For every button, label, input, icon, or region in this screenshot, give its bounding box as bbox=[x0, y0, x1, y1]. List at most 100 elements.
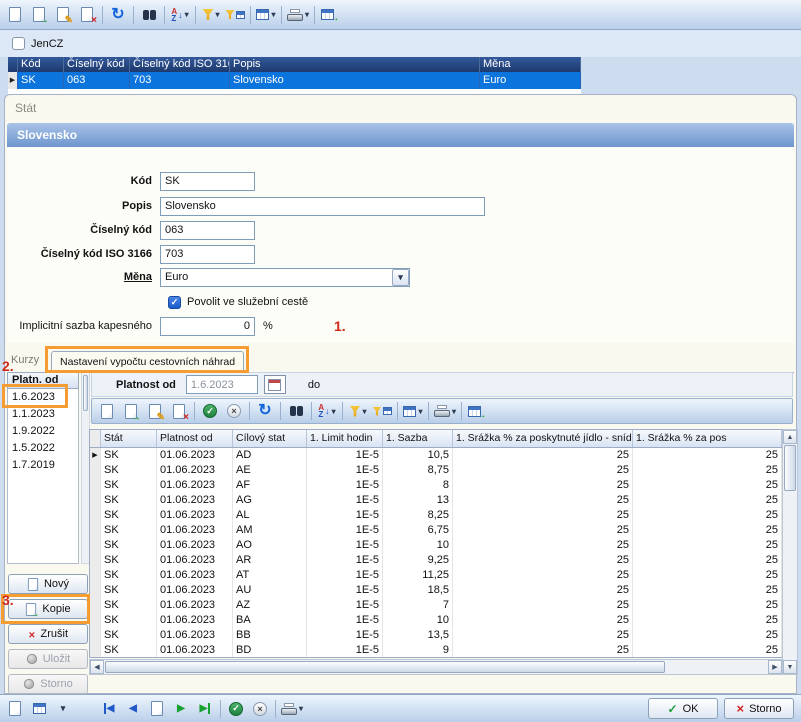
rates-cell[interactable]: 25 bbox=[453, 628, 633, 643]
rates-cell[interactable]: 01.06.2023 bbox=[157, 553, 233, 568]
rates-cell[interactable]: 01.06.2023 bbox=[157, 523, 233, 538]
sort-az-button[interactable]: AZ↓▾ bbox=[315, 399, 339, 423]
rates-row[interactable]: SK01.06.2023BD1E-592525 bbox=[90, 643, 782, 658]
print-dropdown[interactable]: ▾ bbox=[305, 10, 309, 19]
rates-cell[interactable]: 25 bbox=[633, 628, 782, 643]
kapesne-input[interactable]: 0 bbox=[160, 317, 255, 336]
rates-cell[interactable]: 6,75 bbox=[383, 523, 453, 538]
rates-header-1[interactable]: Platnost od bbox=[157, 430, 233, 447]
record-cell-1[interactable]: 063 bbox=[64, 72, 130, 89]
filter-designer-button[interactable] bbox=[370, 399, 394, 423]
rates-cell[interactable]: AR bbox=[233, 553, 307, 568]
records-header-0[interactable]: Kód bbox=[18, 57, 64, 72]
ciselny-kod-input[interactable]: 063 bbox=[160, 221, 255, 240]
rates-cell[interactable]: 25 bbox=[453, 598, 633, 613]
rates-cell[interactable]: 25 bbox=[633, 568, 782, 583]
rates-cell[interactable]: AM bbox=[233, 523, 307, 538]
accept-record-button[interactable]: ✓ bbox=[224, 697, 248, 721]
rates-cell[interactable]: 25 bbox=[453, 448, 633, 463]
validity-item-4[interactable]: 1.7.2019 bbox=[8, 457, 78, 474]
rates-row[interactable]: SK01.06.2023AR1E-59,252525 bbox=[90, 553, 782, 568]
rates-cell[interactable]: SK bbox=[101, 493, 157, 508]
delete-record-button[interactable]: × bbox=[75, 3, 99, 27]
cancel-record-button[interactable]: × bbox=[248, 697, 272, 721]
kopie-button[interactable]: →Kopie bbox=[8, 599, 88, 619]
mena-dropdown-button[interactable]: ▾ bbox=[392, 269, 409, 286]
rates-cell[interactable]: 7 bbox=[383, 598, 453, 613]
rates-cell[interactable]: SK bbox=[101, 478, 157, 493]
tab-nastaveni-nahrad[interactable]: Nastavení vypočtu cestovních náhrad bbox=[51, 351, 244, 373]
accept-changes-button[interactable]: ✓ bbox=[198, 399, 222, 423]
rates-cell[interactable]: 01.06.2023 bbox=[157, 583, 233, 598]
rates-cell[interactable]: SK bbox=[101, 643, 157, 658]
rates-cell[interactable]: 1E-5 bbox=[307, 478, 383, 493]
rates-header-4[interactable]: 1. Sazba bbox=[383, 430, 453, 447]
rates-cell[interactable]: SK bbox=[101, 628, 157, 643]
rates-cell[interactable]: 1E-5 bbox=[307, 613, 383, 628]
novy-button[interactable]: Nový bbox=[8, 574, 88, 594]
rates-cell[interactable]: 25 bbox=[633, 538, 782, 553]
rates-row[interactable]: SK01.06.2023AU1E-518,52525 bbox=[90, 583, 782, 598]
records-header-4[interactable]: Měna bbox=[480, 57, 581, 72]
copy-row-button[interactable]: → bbox=[119, 399, 143, 423]
rates-cell[interactable]: 25 bbox=[633, 508, 782, 523]
scroll-right-button[interactable]: ▶ bbox=[768, 660, 782, 674]
scrollbar-thumb[interactable] bbox=[83, 375, 88, 411]
rates-cell[interactable]: SK bbox=[101, 598, 157, 613]
rates-cell[interactable]: 25 bbox=[633, 598, 782, 613]
rates-cell[interactable]: 01.06.2023 bbox=[157, 493, 233, 508]
validity-item-1[interactable]: 1.1.2023 bbox=[8, 406, 78, 423]
search-button[interactable] bbox=[284, 399, 308, 423]
nav-prev-button[interactable]: ◀ bbox=[121, 697, 145, 721]
rates-cell[interactable]: SK bbox=[101, 553, 157, 568]
rates-cell[interactable]: SK bbox=[101, 538, 157, 553]
zrusit-button[interactable]: ×Zrušit bbox=[8, 624, 88, 644]
rates-cell[interactable]: AG bbox=[233, 493, 307, 508]
rates-cell[interactable]: 1E-5 bbox=[307, 508, 383, 523]
rates-row[interactable]: SK01.06.2023BB1E-513,52525 bbox=[90, 628, 782, 643]
open-record-button[interactable]: → bbox=[27, 3, 51, 27]
print-button[interactable]: ▾ bbox=[432, 399, 458, 423]
rates-cell[interactable]: 13,5 bbox=[383, 628, 453, 643]
rates-header-0[interactable]: Stát bbox=[101, 430, 157, 447]
validity-item-0[interactable]: 1.6.2023 bbox=[8, 389, 78, 406]
rates-cell[interactable]: 1E-5 bbox=[307, 538, 383, 553]
refresh-button[interactable]: ↻ bbox=[253, 399, 277, 423]
ok-button[interactable]: ✓OK bbox=[648, 698, 718, 719]
scroll-up-button[interactable]: ▲ bbox=[783, 430, 797, 444]
records-header-3[interactable]: Popis bbox=[230, 57, 480, 72]
calendar-button[interactable] bbox=[264, 375, 286, 394]
detail-doc-button[interactable] bbox=[3, 697, 27, 721]
rates-cell[interactable]: 01.06.2023 bbox=[157, 508, 233, 523]
rates-cell[interactable]: SK bbox=[101, 448, 157, 463]
rates-cell[interactable]: 25 bbox=[453, 493, 633, 508]
rates-cell[interactable]: 01.06.2023 bbox=[157, 628, 233, 643]
print-button[interactable]: ▾ bbox=[285, 3, 311, 27]
validity-item-3[interactable]: 1.5.2022 bbox=[8, 440, 78, 457]
scrollbar-thumb[interactable] bbox=[784, 445, 796, 491]
rates-cell[interactable]: 01.06.2023 bbox=[157, 568, 233, 583]
rates-cell[interactable]: 10,5 bbox=[383, 448, 453, 463]
selected-record-row[interactable]: ▶SK063703SlovenskoEuro bbox=[8, 72, 581, 89]
rates-cell[interactable]: 1E-5 bbox=[307, 448, 383, 463]
ulozit-button[interactable]: Uložit bbox=[8, 649, 88, 669]
v-scrollbar[interactable]: ▲ ▼ bbox=[782, 429, 798, 675]
rates-cell[interactable]: AE bbox=[233, 463, 307, 478]
scroll-left-button[interactable]: ◀ bbox=[90, 660, 104, 674]
rates-cell[interactable]: 01.06.2023 bbox=[157, 538, 233, 553]
edit-row-button[interactable]: ✎ bbox=[143, 399, 167, 423]
rates-header-3[interactable]: 1. Limit hodin bbox=[307, 430, 383, 447]
rates-cell[interactable]: 1E-5 bbox=[307, 628, 383, 643]
rates-cell[interactable]: 25 bbox=[453, 538, 633, 553]
new-row-button[interactable] bbox=[95, 399, 119, 423]
rates-cell[interactable]: AU bbox=[233, 583, 307, 598]
rates-cell[interactable]: 01.06.2023 bbox=[157, 598, 233, 613]
rates-cell[interactable]: 01.06.2023 bbox=[157, 463, 233, 478]
rates-cell[interactable]: 1E-5 bbox=[307, 583, 383, 598]
detail-list-button[interactable] bbox=[27, 697, 51, 721]
storno-button[interactable]: ×Storno bbox=[724, 698, 794, 719]
rates-row[interactable]: SK01.06.2023AL1E-58,252525 bbox=[90, 508, 782, 523]
rates-cell[interactable]: 1E-5 bbox=[307, 598, 383, 613]
records-header-1[interactable]: Číselný kód bbox=[64, 57, 130, 72]
columns-button[interactable]: ▾ bbox=[401, 399, 425, 423]
